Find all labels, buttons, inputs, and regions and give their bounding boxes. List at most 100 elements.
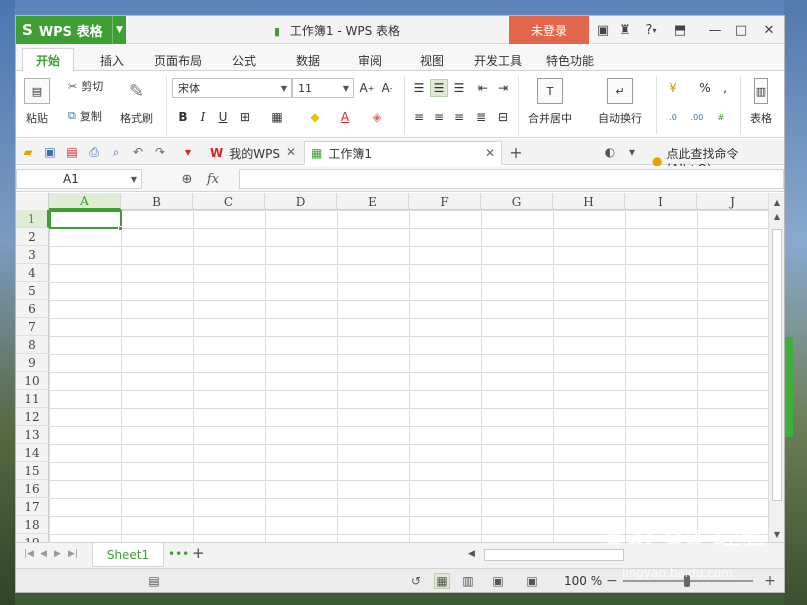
- select-all-corner[interactable]: [16, 193, 49, 210]
- next-sheet-icon[interactable]: ▶: [54, 549, 61, 559]
- tab-insert[interactable]: 插入: [88, 49, 136, 71]
- number-format-icon[interactable]: #: [712, 108, 730, 126]
- font-color-icon[interactable]: A: [336, 108, 354, 126]
- increase-indent-icon[interactable]: ⇥: [494, 79, 512, 97]
- distributed-icon[interactable]: ⊟: [494, 108, 512, 126]
- print-preview-icon[interactable]: ⌕: [108, 144, 124, 160]
- column-header[interactable]: D: [265, 193, 337, 210]
- eye-protection-icon[interactable]: ▣: [524, 573, 540, 589]
- increase-font-icon[interactable]: A +: [358, 79, 376, 97]
- redo-icon[interactable]: ↷: [152, 144, 168, 160]
- merge-center-button[interactable]: T 合并居中: [528, 78, 572, 126]
- row-header[interactable]: 8: [16, 336, 49, 354]
- save-icon[interactable]: ▣: [42, 144, 58, 160]
- cut-button[interactable]: ✂ 剪切: [68, 78, 103, 94]
- prev-sheet-icon[interactable]: ◀: [40, 549, 47, 559]
- customize-toolbar-icon[interactable]: ▾: [180, 144, 196, 160]
- restore-layout-icon[interactable]: ⬒: [671, 21, 689, 39]
- clear-format-icon[interactable]: ◈: [368, 108, 386, 126]
- row-header[interactable]: 13: [16, 426, 49, 444]
- align-center-icon[interactable]: ≡: [430, 108, 448, 126]
- currency-icon[interactable]: ¥: [664, 79, 682, 97]
- column-header[interactable]: H: [553, 193, 625, 210]
- column-header[interactable]: C: [193, 193, 265, 210]
- align-right-icon[interactable]: ≡: [450, 108, 468, 126]
- row-header[interactable]: 11: [16, 390, 49, 408]
- zoom-formula-icon[interactable]: ⊕: [178, 170, 196, 188]
- active-cell[interactable]: [49, 210, 122, 229]
- vertical-scroll-thumb[interactable]: [772, 229, 782, 501]
- percent-button[interactable]: %: [696, 79, 714, 97]
- tab-data[interactable]: 数据: [284, 49, 332, 71]
- tab-home[interactable]: 开始: [22, 48, 74, 72]
- row-header[interactable]: 7: [16, 318, 49, 336]
- column-header[interactable]: A: [49, 193, 121, 210]
- doc-tab-workbook1[interactable]: ▦ 工作簿1 ✕: [304, 141, 502, 165]
- horizontal-scroll-thumb[interactable]: [484, 549, 624, 561]
- paste-button[interactable]: ▤ 粘贴: [24, 78, 50, 126]
- row-header[interactable]: 4: [16, 264, 49, 282]
- align-middle-icon[interactable]: ☰: [430, 79, 448, 97]
- font-size-select[interactable]: 11 ▼: [292, 78, 354, 98]
- row-header[interactable]: 3: [16, 246, 49, 264]
- zoom-out-icon[interactable]: −: [604, 573, 620, 589]
- history-icon[interactable]: ↺: [408, 573, 424, 589]
- row-header[interactable]: 2: [16, 228, 49, 246]
- align-bottom-icon[interactable]: ☰: [450, 79, 468, 97]
- row-header[interactable]: 1: [16, 210, 49, 228]
- help-button[interactable]: ? ▾: [640, 21, 662, 39]
- decrease-decimal-icon[interactable]: .00: [688, 108, 706, 126]
- row-header[interactable]: 18: [16, 516, 49, 534]
- comma-button[interactable]: ,: [716, 79, 734, 97]
- close-tab-icon[interactable]: ✕: [286, 145, 296, 159]
- page-break-view-icon[interactable]: ▥: [460, 573, 476, 589]
- column-header[interactable]: J: [697, 193, 768, 210]
- column-header[interactable]: B: [121, 193, 193, 210]
- format-painter-button[interactable]: ✎ 格式刷: [120, 78, 153, 126]
- read-mode-icon[interactable]: ▣: [490, 573, 506, 589]
- print-icon[interactable]: ⎙: [86, 144, 102, 160]
- minimize-icon[interactable]: —: [706, 21, 724, 39]
- open-folder-icon[interactable]: ▰: [20, 144, 36, 160]
- scroll-top-icon[interactable]: ▲: [769, 195, 785, 209]
- row-header[interactable]: 9: [16, 354, 49, 372]
- column-header[interactable]: I: [625, 193, 697, 210]
- row-header[interactable]: 17: [16, 498, 49, 516]
- row-header[interactable]: 19: [16, 534, 49, 542]
- italic-button[interactable]: I: [194, 108, 212, 126]
- skin-icon[interactable]: ▣: [594, 21, 612, 39]
- column-header[interactable]: E: [337, 193, 409, 210]
- add-sheet-button[interactable]: +: [192, 544, 205, 562]
- new-tab-icon[interactable]: +: [508, 143, 524, 162]
- cell-grid[interactable]: [49, 210, 768, 542]
- insert-function-button[interactable]: fx: [204, 170, 222, 188]
- tab-special-features[interactable]: 特色功能: [540, 49, 600, 71]
- column-header[interactable]: F: [409, 193, 481, 210]
- row-header[interactable]: 10: [16, 372, 49, 390]
- align-left-icon[interactable]: ≡: [410, 108, 428, 126]
- justify-icon[interactable]: ≣: [472, 108, 490, 126]
- row-header[interactable]: 5: [16, 282, 49, 300]
- tab-formulas[interactable]: 公式: [220, 49, 268, 71]
- spreadsheet-grid[interactable]: ABCDEFGHIJ 12345678910111213141516171819: [16, 193, 768, 542]
- scroll-left-icon[interactable]: ◀: [468, 549, 475, 559]
- side-panel-handle[interactable]: [784, 337, 793, 437]
- tab-page-layout[interactable]: 页面布局: [148, 49, 208, 71]
- row-header[interactable]: 16: [16, 480, 49, 498]
- decrease-indent-icon[interactable]: ⇤: [474, 79, 492, 97]
- zoom-in-icon[interactable]: +: [762, 573, 778, 589]
- wrap-text-button[interactable]: ↵ 自动换行: [598, 78, 642, 126]
- increase-decimal-icon[interactable]: .0: [664, 108, 682, 126]
- comment-icon[interactable]: ▾: [624, 144, 640, 160]
- border-icon[interactable]: ⊞: [236, 108, 254, 126]
- more-sheets-button[interactable]: •••: [168, 547, 189, 561]
- sheet-tab-sheet1[interactable]: Sheet1: [92, 543, 164, 567]
- fill-handle[interactable]: [118, 226, 123, 231]
- normal-view-icon[interactable]: ▦: [434, 573, 450, 589]
- name-box[interactable]: A1 ▼: [16, 169, 142, 189]
- row-header[interactable]: 15: [16, 462, 49, 480]
- app-menu-button[interactable]: S WPS 表格 ▼: [16, 16, 126, 44]
- export-pdf-icon[interactable]: ▤: [64, 144, 80, 160]
- underline-button[interactable]: U: [214, 108, 232, 126]
- tab-view[interactable]: 视图: [408, 49, 456, 71]
